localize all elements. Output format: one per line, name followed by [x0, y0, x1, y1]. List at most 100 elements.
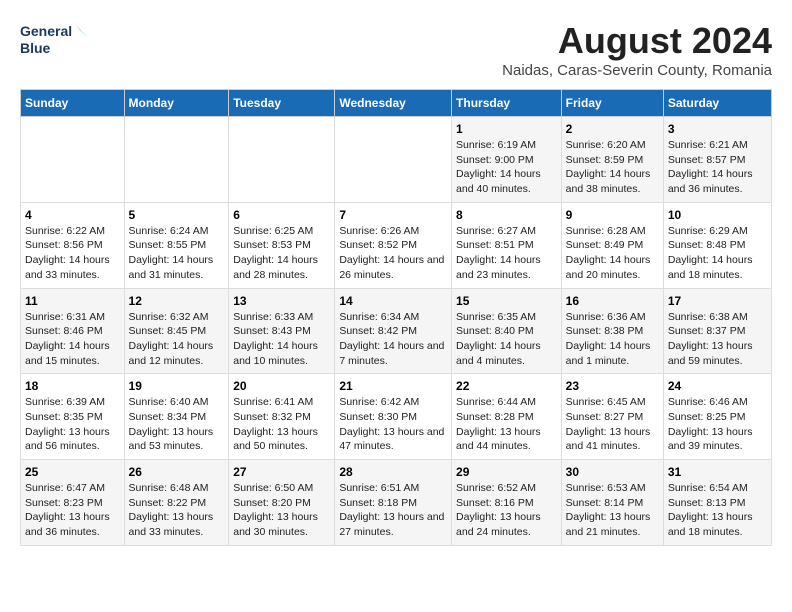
calendar-cell: 17 Sunrise: 6:38 AMSunset: 8:37 PMDayligh…: [663, 288, 771, 374]
day-number: 2: [566, 122, 659, 136]
calendar-cell: 15 Sunrise: 6:35 AMSunset: 8:40 PMDayligh…: [452, 288, 562, 374]
main-title: August 2024: [502, 20, 772, 62]
calendar-week-row: 4Sunrise: 6:22 AMSunset: 8:56 PMDaylight…: [21, 202, 772, 288]
day-number: 15: [456, 294, 557, 308]
day-info: Sunrise: 6:46 AMSunset: 8:25 PMDaylight:…: [668, 395, 767, 454]
calendar-day-header: Monday: [124, 90, 229, 117]
day-info: Sunrise: 6:26 AMSunset: 8:52 PMDaylight:…: [339, 224, 447, 283]
calendar-cell: 31Sunrise: 6:54 AMSunset: 8:13 PMDayligh…: [663, 460, 771, 546]
calendar-cell: 19Sunrise: 6:40 AMSunset: 8:34 PMDayligh…: [124, 374, 229, 460]
logo-svg: General Blue: [20, 20, 90, 64]
day-number: 27: [233, 465, 330, 479]
calendar-table: SundayMondayTuesdayWednesdayThursdayFrid…: [20, 89, 772, 546]
day-number: 17: [668, 294, 767, 308]
calendar-cell: [229, 117, 335, 203]
calendar-header-row: SundayMondayTuesdayWednesdayThursdayFrid…: [21, 90, 772, 117]
day-info: Sunrise: 6:36 AMSunset: 8:38 PMDaylight:…: [566, 310, 659, 369]
day-number: 11: [25, 294, 120, 308]
calendar-cell: 13Sunrise: 6:33 AMSunset: 8:43 PMDayligh…: [229, 288, 335, 374]
day-info: Sunrise: 6:25 AMSunset: 8:53 PMDaylight:…: [233, 224, 330, 283]
calendar-cell: 27 Sunrise: 6:50 AMSunset: 8:20 PMDayligh…: [229, 460, 335, 546]
day-info: Sunrise: 6:19 AMSunset: 9:00 PMDaylight:…: [456, 138, 557, 197]
calendar-cell: 12Sunrise: 6:32 AMSunset: 8:45 PMDayligh…: [124, 288, 229, 374]
calendar-cell: 6 Sunrise: 6:25 AMSunset: 8:53 PMDaylight…: [229, 202, 335, 288]
calendar-cell: 2 Sunrise: 6:20 AMSunset: 8:59 PMDaylight…: [561, 117, 663, 203]
calendar-cell: 20 Sunrise: 6:41 AMSunset: 8:32 PMDayligh…: [229, 374, 335, 460]
logo: General Blue: [20, 20, 90, 64]
title-block: August 2024 Naidas, Caras-Severin County…: [502, 20, 772, 79]
day-number: 26: [129, 465, 225, 479]
day-number: 7: [339, 208, 447, 222]
calendar-cell: 4Sunrise: 6:22 AMSunset: 8:56 PMDaylight…: [21, 202, 125, 288]
day-info: Sunrise: 6:53 AMSunset: 8:14 PMDaylight:…: [566, 481, 659, 540]
calendar-cell: [335, 117, 452, 203]
calendar-cell: 14Sunrise: 6:34 AMSunset: 8:42 PMDayligh…: [335, 288, 452, 374]
day-number: 9: [566, 208, 659, 222]
calendar-day-header: Friday: [561, 90, 663, 117]
day-number: 5: [129, 208, 225, 222]
day-info: Sunrise: 6:44 AMSunset: 8:28 PMDaylight:…: [456, 395, 557, 454]
day-number: 16: [566, 294, 659, 308]
calendar-cell: 26 Sunrise: 6:48 AMSunset: 8:22 PMDayligh…: [124, 460, 229, 546]
svg-text:General: General: [20, 23, 72, 39]
day-number: 18: [25, 379, 120, 393]
day-number: 28: [339, 465, 447, 479]
day-number: 6: [233, 208, 330, 222]
calendar-cell: 1 Sunrise: 6:19 AMSunset: 9:00 PMDaylight…: [452, 117, 562, 203]
day-number: 20: [233, 379, 330, 393]
calendar-week-row: 25Sunrise: 6:47 AMSunset: 8:23 PMDayligh…: [21, 460, 772, 546]
calendar-cell: 25Sunrise: 6:47 AMSunset: 8:23 PMDayligh…: [21, 460, 125, 546]
svg-text:Blue: Blue: [20, 40, 51, 56]
day-info: Sunrise: 6:39 AMSunset: 8:35 PMDaylight:…: [25, 395, 120, 454]
day-info: Sunrise: 6:35 AMSunset: 8:40 PMDaylight:…: [456, 310, 557, 369]
day-number: 22: [456, 379, 557, 393]
day-info: Sunrise: 6:22 AMSunset: 8:56 PMDaylight:…: [25, 224, 120, 283]
calendar-cell: 28 Sunrise: 6:51 AMSunset: 8:18 PMDayligh…: [335, 460, 452, 546]
day-info: Sunrise: 6:20 AMSunset: 8:59 PMDaylight:…: [566, 138, 659, 197]
day-info: Sunrise: 6:32 AMSunset: 8:45 PMDaylight:…: [129, 310, 225, 369]
calendar-day-header: Sunday: [21, 90, 125, 117]
day-info: Sunrise: 6:47 AMSunset: 8:23 PMDaylight:…: [25, 481, 120, 540]
day-info: Sunrise: 6:48 AMSunset: 8:22 PMDaylight:…: [129, 481, 225, 540]
header: General Blue August 2024 Naidas, Caras-S…: [20, 20, 772, 79]
calendar-cell: 21 Sunrise: 6:42 AMSunset: 8:30 PMDayligh…: [335, 374, 452, 460]
day-info: Sunrise: 6:52 AMSunset: 8:16 PMDaylight:…: [456, 481, 557, 540]
day-number: 19: [129, 379, 225, 393]
calendar-cell: 24 Sunrise: 6:46 AMSunset: 8:25 PMDayligh…: [663, 374, 771, 460]
calendar-cell: 3Sunrise: 6:21 AMSunset: 8:57 PMDaylight…: [663, 117, 771, 203]
day-info: Sunrise: 6:45 AMSunset: 8:27 PMDaylight:…: [566, 395, 659, 454]
day-info: Sunrise: 6:41 AMSunset: 8:32 PMDaylight:…: [233, 395, 330, 454]
subtitle: Naidas, Caras-Severin County, Romania: [502, 62, 772, 79]
day-info: Sunrise: 6:38 AMSunset: 8:37 PMDaylight:…: [668, 310, 767, 369]
day-info: Sunrise: 6:21 AMSunset: 8:57 PMDaylight:…: [668, 138, 767, 197]
calendar-cell: 10Sunrise: 6:29 AMSunset: 8:48 PMDayligh…: [663, 202, 771, 288]
calendar-cell: 16 Sunrise: 6:36 AMSunset: 8:38 PMDayligh…: [561, 288, 663, 374]
calendar-week-row: 1 Sunrise: 6:19 AMSunset: 9:00 PMDaylight…: [21, 117, 772, 203]
day-info: Sunrise: 6:28 AMSunset: 8:49 PMDaylight:…: [566, 224, 659, 283]
calendar-cell: 30Sunrise: 6:53 AMSunset: 8:14 PMDayligh…: [561, 460, 663, 546]
calendar-day-header: Saturday: [663, 90, 771, 117]
calendar-cell: 18 Sunrise: 6:39 AMSunset: 8:35 PMDayligh…: [21, 374, 125, 460]
day-number: 14: [339, 294, 447, 308]
calendar-cell: [124, 117, 229, 203]
day-info: Sunrise: 6:33 AMSunset: 8:43 PMDaylight:…: [233, 310, 330, 369]
calendar-week-row: 18 Sunrise: 6:39 AMSunset: 8:35 PMDayligh…: [21, 374, 772, 460]
calendar-cell: 9 Sunrise: 6:28 AMSunset: 8:49 PMDaylight…: [561, 202, 663, 288]
calendar-cell: 5Sunrise: 6:24 AMSunset: 8:55 PMDaylight…: [124, 202, 229, 288]
calendar-cell: 22 Sunrise: 6:44 AMSunset: 8:28 PMDayligh…: [452, 374, 562, 460]
day-number: 21: [339, 379, 447, 393]
day-number: 31: [668, 465, 767, 479]
calendar-cell: 29Sunrise: 6:52 AMSunset: 8:16 PMDayligh…: [452, 460, 562, 546]
day-info: Sunrise: 6:51 AMSunset: 8:18 PMDaylight:…: [339, 481, 447, 540]
day-info: Sunrise: 6:31 AMSunset: 8:46 PMDaylight:…: [25, 310, 120, 369]
day-number: 1: [456, 122, 557, 136]
day-number: 24: [668, 379, 767, 393]
calendar-cell: 23Sunrise: 6:45 AMSunset: 8:27 PMDayligh…: [561, 374, 663, 460]
calendar-cell: 8 Sunrise: 6:27 AMSunset: 8:51 PMDaylight…: [452, 202, 562, 288]
day-info: Sunrise: 6:27 AMSunset: 8:51 PMDaylight:…: [456, 224, 557, 283]
day-info: Sunrise: 6:42 AMSunset: 8:30 PMDaylight:…: [339, 395, 447, 454]
calendar-cell: 7 Sunrise: 6:26 AMSunset: 8:52 PMDaylight…: [335, 202, 452, 288]
day-info: Sunrise: 6:50 AMSunset: 8:20 PMDaylight:…: [233, 481, 330, 540]
day-number: 8: [456, 208, 557, 222]
calendar-day-header: Tuesday: [229, 90, 335, 117]
